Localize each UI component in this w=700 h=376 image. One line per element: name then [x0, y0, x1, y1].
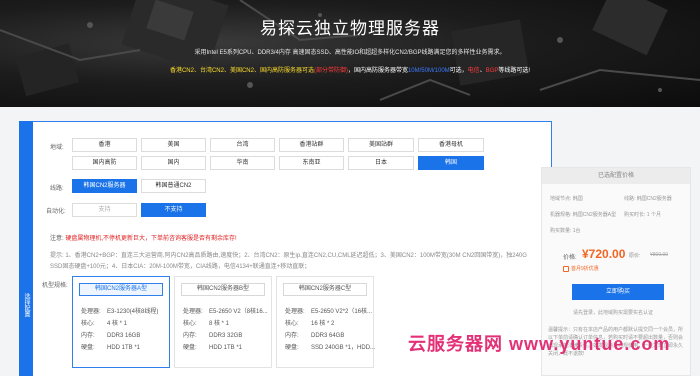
coupon-badge: 首月9折优惠	[563, 265, 599, 275]
line-label: 线路:	[50, 186, 64, 192]
hero-region-segment: 等线路可选!	[498, 68, 531, 74]
hero-region-segment: 可选，	[449, 68, 468, 74]
model-label: 机型规格:	[42, 283, 68, 289]
hero-region-segment: ，国内高防服务器带宽	[347, 68, 408, 74]
region-option[interactable]: 香港站群	[279, 138, 344, 152]
hero-title: 易探云独立物理服务器	[260, 19, 440, 38]
spec-cores: 4 核 * 1	[107, 321, 128, 327]
spec-disk: SSD 240GB *1，HDD...	[311, 345, 376, 351]
region-option[interactable]: 香港母机	[418, 138, 484, 152]
spec-ram: DDR3 32GB	[209, 333, 243, 339]
site-watermark: 云服务器网 www.yuntue.com	[408, 334, 671, 354]
spec-cores: 16 核 * 2	[311, 321, 335, 327]
spec-label: 核心:	[81, 321, 95, 327]
line-option-selected[interactable]: 韩国CN2服务器	[72, 179, 137, 193]
spec-disk: HDD 1TB *1	[209, 345, 243, 351]
hero-banner: 易探云独立物理服务器 采用Intel E5系列CPU、DDR3/4内存 高速固态…	[0, 0, 700, 107]
spec-label: 内存:	[81, 333, 95, 339]
region-option[interactable]: 国内高防	[72, 156, 137, 170]
summary-key: 机器规格:	[550, 212, 572, 218]
coupon-icon	[563, 265, 569, 272]
automation-label: 自动化:	[46, 209, 66, 215]
summary-key: 购买数量:	[550, 228, 572, 234]
page: 易探云独立物理服务器 采用Intel E5系列CPU、DDR3/4内存 高速固态…	[0, 0, 700, 376]
region-option[interactable]: 国内	[141, 156, 206, 170]
summary-value: 1台	[572, 228, 581, 234]
hero-region-segment: 10M/50M/100M	[407, 68, 450, 74]
price-label: 价格:	[563, 255, 577, 261]
side-tab: 选择配置	[19, 121, 33, 376]
region-option[interactable]: 日本	[348, 156, 414, 170]
hero-region-segment: 电信	[467, 68, 480, 74]
tips-label: 提示:	[50, 253, 64, 259]
summary-value: 韩国CN2服务器A型	[572, 212, 617, 218]
spec-disk: HDD 1TB *1	[107, 345, 141, 351]
hero-region-line: 香港CN2、台湾CN2、美国CN2、国内高防服务器可选(部分带防御)，国内高防服…	[0, 65, 700, 74]
spec-cpu: E5-2650 V2（8核16...	[209, 309, 268, 315]
spec-label: 处理器:	[285, 309, 305, 315]
config-card-title: 韩国CN2服务器C型	[283, 283, 367, 296]
region-option[interactable]: 美国	[141, 138, 206, 152]
summary-key: 购买时长:	[624, 212, 646, 218]
spec-label: 硬盘:	[81, 345, 95, 351]
spec-label: 内存:	[183, 333, 197, 339]
summary-value: 1 个月	[646, 212, 661, 218]
config-card[interactable]: 韩国CN2服务器C型 处理器: E5-2650 V2*2（16核... 核心: 16…	[276, 276, 376, 368]
summary-key: 线路:	[624, 196, 636, 202]
tips: 提示: 1、香港CN2+BGP：直连三大运营商,阿内CN2高品质路由,速度快；2…	[50, 251, 540, 273]
spec-cores: 8 核 * 1	[209, 321, 230, 327]
summary-value: 韩国CN2服务器	[636, 196, 672, 202]
notice: 注意: 硬盘属物理机,不停机更新巨大，下单前咨询客服是否有剩余库存!	[50, 233, 237, 242]
price-value: ¥720.00	[582, 247, 626, 261]
summary-key: 地域节点:	[550, 196, 572, 202]
coupon-text: 首月9折优惠	[571, 266, 599, 272]
spec-label: 硬盘:	[285, 345, 299, 351]
buy-now-button[interactable]: 立即购买	[572, 284, 664, 300]
config-card-title: 韩国CN2服务器B型	[181, 283, 265, 296]
tips-text: 1、香港CN2+BGP：直连三大运营商,阿内CN2高品质路由,速度快；2、台湾C…	[50, 253, 527, 270]
spec-cpu: E5-2650 V2*2（16核...	[311, 309, 373, 315]
spec-ram: DDR3 16GB	[107, 333, 141, 339]
automation-option-selected[interactable]: 不支持	[141, 203, 206, 217]
spec-label: 核心:	[183, 321, 197, 327]
spec-ram: DDR3 64GB	[311, 333, 345, 339]
summary-value: 韩国	[572, 196, 583, 202]
hero-region-segment: (部分带防御)	[313, 68, 348, 74]
config-card[interactable]: 韩国CN2服务器B型 处理器: E5-2650 V2（8核16... 核心: 8 核…	[174, 276, 272, 368]
region-option[interactable]: 香港	[72, 138, 137, 152]
config-card-selected[interactable]: 韩国CN2服务器A型 处理器: E3-1230(4核8线程) 核心: 4 核 * 1…	[72, 276, 170, 368]
line-option[interactable]: 韩国普通CN2	[141, 179, 206, 193]
notice-text: 硬盘属物理机,不停机更新巨大，下单前咨询客服是否有剩余库存!	[65, 236, 237, 242]
summary-title: 已选配置价格	[542, 168, 690, 184]
original-price-value: ¥800.00	[650, 252, 669, 258]
spec-cpu: E3-1230(4核8线程)	[107, 309, 159, 315]
spec-label: 处理器:	[81, 309, 101, 315]
hero-region-segment: BGP	[485, 68, 499, 74]
region-option[interactable]: 华南	[210, 156, 275, 170]
region-option-selected[interactable]: 韩国	[418, 156, 484, 170]
region-label: 地域:	[50, 145, 64, 151]
side-tab-label: 选择配置	[23, 293, 29, 317]
spec-label: 核心:	[285, 321, 299, 327]
region-option[interactable]: 美国站群	[348, 138, 414, 152]
spec-label: 处理器:	[183, 309, 203, 315]
notice-prefix: 注意:	[50, 236, 64, 242]
automation-option[interactable]: 支持	[72, 203, 137, 217]
spec-label: 内存:	[285, 333, 299, 339]
region-option[interactable]: 台湾	[210, 138, 275, 152]
hero-description: 采用Intel E5系列CPU、DDR3/4内存 高速固态SSD、高性能IO和超…	[194, 50, 506, 56]
original-price-label: 原价:	[629, 253, 641, 259]
login-note: 请先登录，此地域购买需要实名认证	[573, 310, 654, 316]
region-option[interactable]: 东南亚	[279, 156, 344, 170]
spec-label: 硬盘:	[183, 345, 197, 351]
config-card-title: 韩国CN2服务器A型	[79, 283, 163, 296]
hero-region-segment: 香港CN2、台湾CN2、美国CN2、国内高防服务器可选	[169, 68, 314, 74]
